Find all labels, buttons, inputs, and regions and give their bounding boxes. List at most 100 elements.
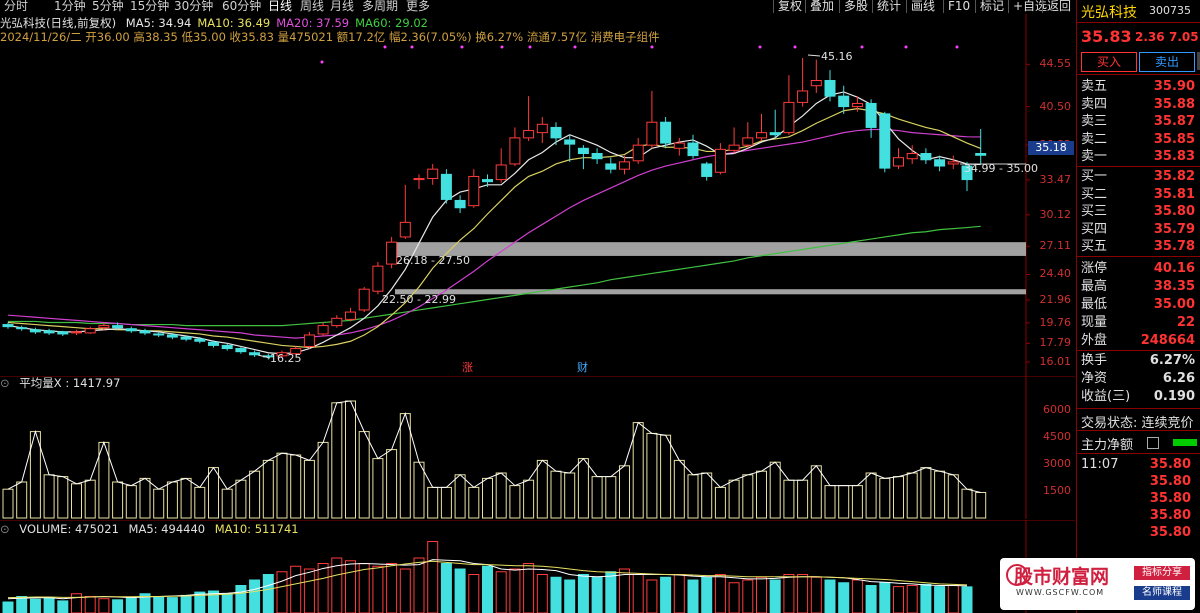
candle bbox=[660, 117, 672, 149]
volume-bar bbox=[345, 560, 356, 613]
period-4[interactable]: 30分钟 bbox=[174, 0, 213, 13]
candle-body bbox=[660, 121, 672, 144]
signal-dot bbox=[793, 45, 797, 49]
candle bbox=[605, 157, 617, 174]
period-8[interactable]: 月线 bbox=[330, 0, 354, 13]
bids-label: 买五 bbox=[1081, 239, 1108, 254]
ma10-line bbox=[7, 108, 981, 349]
volume-bar bbox=[495, 571, 507, 613]
candle bbox=[29, 327, 41, 334]
candle-body bbox=[399, 221, 411, 238]
period-5[interactable]: 60分钟 bbox=[222, 0, 261, 13]
candle-body bbox=[536, 123, 548, 134]
stats-label: 现量 bbox=[1081, 315, 1108, 330]
avgvol-bar bbox=[742, 474, 754, 519]
high-pointer bbox=[807, 54, 821, 57]
candle bbox=[673, 137, 685, 156]
candle bbox=[509, 127, 521, 167]
toolbar-button-0[interactable]: 复权 bbox=[773, 0, 806, 13]
avgvol-bar bbox=[975, 491, 987, 519]
candle-body bbox=[208, 341, 219, 346]
tick-price: 35.80 bbox=[1149, 508, 1191, 523]
candle-body bbox=[646, 121, 658, 146]
volume-bar bbox=[797, 574, 809, 613]
candle-body bbox=[331, 317, 343, 327]
candle-body bbox=[125, 328, 137, 332]
price-chart-panel[interactable]: 光弘科技(日线,前复权) MA5: 34.94 MA10: 36.49 MA20: … bbox=[0, 14, 1075, 376]
asks-label: 卖二 bbox=[1081, 131, 1108, 147]
avgvol-bar bbox=[386, 449, 398, 519]
avgvol-bar bbox=[43, 474, 55, 519]
avgvol-bar bbox=[495, 472, 507, 519]
last-price: 35.83 bbox=[1081, 27, 1132, 46]
volume-bar bbox=[399, 568, 411, 613]
price-y-tick: 17.79 bbox=[1039, 336, 1072, 350]
candle bbox=[920, 148, 932, 164]
avgvol-y-tick: 1500 bbox=[1043, 484, 1071, 497]
main-net-icon[interactable] bbox=[1147, 437, 1159, 449]
avgvol-bar bbox=[427, 486, 439, 519]
candle-body bbox=[84, 328, 96, 334]
toolbar-button-2[interactable]: 多股 bbox=[839, 0, 872, 13]
avgvol-bar bbox=[797, 479, 809, 519]
candle bbox=[16, 325, 28, 331]
avgvol-bar bbox=[523, 479, 535, 519]
volume-bar bbox=[961, 586, 973, 613]
avgvol-bar bbox=[810, 465, 822, 519]
avgvol-bar bbox=[317, 441, 329, 519]
period-2[interactable]: 5分钟 bbox=[92, 0, 124, 13]
avgvol-bar bbox=[605, 476, 617, 519]
period-7[interactable]: 周线 bbox=[300, 0, 324, 13]
toolbar-button-1[interactable]: 叠加 bbox=[805, 0, 838, 13]
toolbar-button-6[interactable]: 标记 bbox=[975, 0, 1008, 13]
avgvol-bar bbox=[194, 486, 206, 519]
toolbar-button-8[interactable]: 返回 bbox=[1042, 0, 1075, 13]
avgvol-bar bbox=[468, 486, 480, 519]
candle-body bbox=[303, 334, 315, 347]
period-10[interactable]: 更多 bbox=[406, 0, 430, 13]
period-9[interactable]: 多周期 bbox=[362, 0, 398, 13]
volume-bar bbox=[317, 563, 329, 613]
avgvol-bar bbox=[331, 402, 343, 519]
avgvol-bar bbox=[153, 488, 165, 519]
toolbar-button-5[interactable]: F10 bbox=[943, 0, 974, 13]
stats-row: 最低 35.00 bbox=[1081, 296, 1199, 313]
candle-body bbox=[413, 178, 425, 181]
avgvol-bar bbox=[276, 452, 288, 519]
avgvol-bar bbox=[221, 488, 233, 519]
toolbar-button-3[interactable]: 统计 bbox=[872, 0, 905, 13]
price-chart-svg[interactable]: 45.1616.2526.18 - 27.5022.50 - 22.9934.9… bbox=[0, 14, 1075, 376]
period-3[interactable]: 15分钟 bbox=[130, 0, 169, 13]
asks-value: 35.87 bbox=[1153, 114, 1195, 129]
candle-body bbox=[139, 330, 151, 334]
ma60-line bbox=[8, 225, 981, 327]
candle bbox=[879, 111, 891, 173]
buy-button[interactable]: 买入 bbox=[1081, 52, 1137, 72]
signal-dot bbox=[860, 45, 864, 49]
price-y-tick: 21.96 bbox=[1039, 292, 1072, 306]
period-6[interactable]: 日线 bbox=[268, 0, 292, 13]
candle-body bbox=[166, 334, 178, 338]
stock-name: 光弘科技 bbox=[1081, 5, 1137, 21]
volume-bar bbox=[290, 565, 302, 613]
avgvol-bar bbox=[180, 477, 192, 519]
period-1[interactable]: 1分钟 bbox=[54, 0, 86, 13]
volume-panel[interactable]: ⊙ VOLUME: 475021 MA5: 494440 MA10: 51174… bbox=[0, 520, 1075, 613]
period-0[interactable]: 分时 bbox=[4, 0, 28, 13]
candle-body bbox=[440, 173, 452, 200]
main-net-label[interactable]: 主力净额 bbox=[1081, 434, 1133, 453]
avgvol-bar bbox=[71, 483, 82, 519]
asks-row: 卖四 35.88 bbox=[1081, 96, 1199, 113]
candle bbox=[893, 148, 904, 170]
asks-value: 35.90 bbox=[1153, 79, 1195, 94]
avgvol-bar bbox=[249, 470, 261, 519]
candle bbox=[71, 329, 82, 335]
volume-bar bbox=[262, 574, 274, 613]
avg-volume-panel[interactable]: ⊙ 平均量X : 1417.97 6000 4500 3000 1500 bbox=[0, 376, 1075, 519]
sell-button[interactable]: 卖出 bbox=[1139, 52, 1195, 72]
volume-bar bbox=[71, 593, 82, 613]
toolbar-button-4[interactable]: 画线 bbox=[906, 0, 939, 13]
candle bbox=[619, 155, 630, 175]
bids-value: 35.81 bbox=[1153, 186, 1195, 202]
volume-bar bbox=[2, 601, 14, 613]
